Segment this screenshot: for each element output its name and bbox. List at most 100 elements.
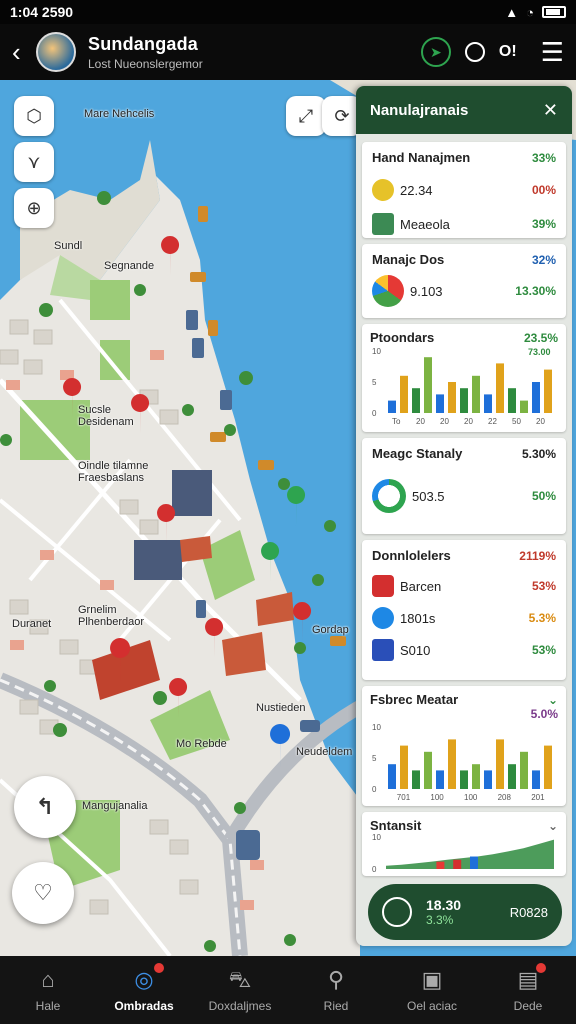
- layers-button[interactable]: ⬡: [14, 96, 54, 136]
- card-pct: 33%: [531, 150, 556, 165]
- map-label: Neudeldem: [296, 746, 353, 758]
- app-titles: Sundangada Lost Nueonslergemor: [88, 34, 421, 71]
- nav-item-ombradas[interactable]: ◎ Ombradas: [96, 963, 192, 1013]
- locate-icon: ⊕: [26, 197, 42, 218]
- nav-label: Hale: [35, 999, 61, 1013]
- y-tick-label: 5: [372, 378, 377, 387]
- card-sub-row: 5.0%: [370, 707, 558, 721]
- bar: [412, 770, 420, 789]
- toggle-button[interactable]: O!: [499, 43, 517, 61]
- card-donnlolelers[interactable]: Donnlolelers 2119% Barcen 53% 1801s 5.3%…: [362, 540, 566, 680]
- bottom-nav: ⌂ Hale ◎ Ombradas ⛍ Doxdaljmes ⚲ Ried ▣ …: [0, 956, 576, 1024]
- bar: [400, 745, 408, 789]
- panel-header: Nanulajranais ✕: [356, 86, 572, 134]
- card-manajc-dos[interactable]: Manajc Dos 32% 9.103 13.30%: [362, 244, 566, 318]
- map-label: Mo Rebde: [176, 738, 227, 750]
- x-tick-label: 100: [464, 793, 478, 801]
- chevron-down-icon[interactable]: ⌄: [548, 693, 558, 707]
- menu-icon[interactable]: ☰: [541, 37, 564, 68]
- map-label: Nustieden: [256, 702, 306, 714]
- home-icon: ⌂: [41, 967, 55, 992]
- item-label: Meaeola: [400, 216, 450, 232]
- card-header-row: Fsbrec Meatar ⌄: [370, 692, 558, 707]
- route-icon: ↰: [35, 794, 55, 819]
- app-title: Sundangada: [88, 33, 199, 54]
- card-meagc-stanaly[interactable]: Meagc Stanaly 5.30% 503.5 50%: [362, 438, 566, 534]
- y-tick-label: 10: [372, 833, 381, 842]
- item-label: 1801s: [400, 610, 436, 626]
- map-label: Mangujanalia: [82, 800, 148, 812]
- list-item: 1801s 5.3%: [372, 607, 556, 629]
- expand-button[interactable]: ⤢: [286, 96, 326, 136]
- chevron-down-icon[interactable]: ⌄: [548, 819, 558, 833]
- bar: [470, 856, 478, 869]
- filter-icon: ⋎: [27, 151, 41, 172]
- x-tick-label: 201: [531, 793, 545, 801]
- area-chart: 10 0: [372, 833, 554, 874]
- summary-code: R0828: [509, 904, 548, 920]
- app-subtitle: Lost Nueonslergemor: [88, 56, 203, 71]
- item-pct: 50%: [531, 489, 556, 503]
- summary-bar[interactable]: 18.30 3.3% R0828: [368, 884, 562, 940]
- filter-button[interactable]: ⋎: [14, 142, 54, 182]
- bar-chart-1: 1050To 20 20 20 22 50 2073.00: [372, 347, 552, 426]
- item-pct: 53%: [531, 579, 556, 593]
- x-tick-label: 100: [430, 793, 444, 801]
- list-item: 503.5 50%: [372, 479, 556, 513]
- list-item: 22.34 00%: [372, 179, 556, 201]
- compass-icon[interactable]: ➤: [420, 37, 451, 67]
- bar: [484, 394, 492, 413]
- map-label: Sundl: [54, 240, 83, 252]
- compass-icon: ◎: [134, 967, 154, 992]
- nav-item-dede[interactable]: ▤ Dede: [480, 963, 576, 1013]
- favorite-button[interactable]: ♡: [12, 862, 74, 924]
- item-pct: 39%: [531, 217, 556, 231]
- bar: [448, 739, 456, 789]
- bar: [424, 751, 432, 789]
- refresh-icon[interactable]: [382, 897, 412, 927]
- calendar-icon: ▣: [421, 967, 443, 992]
- card-header-row: Manajc Dos 32%: [372, 252, 556, 267]
- radio-icon[interactable]: [464, 42, 485, 62]
- card-sntansit[interactable]: Sntansit ⌄ 10 0: [362, 812, 566, 876]
- card-title: Fsbrec Meatar: [370, 692, 459, 707]
- card-ptoondars[interactable]: Ptoondars 23.5% 10 5 0 To 20 20 20 22 50 20 73.00: [362, 324, 566, 432]
- nav-item-ried[interactable]: ⚲ Ried: [288, 967, 384, 1013]
- card-header-row: Ptoondars 23.5%: [370, 330, 558, 345]
- route-button[interactable]: ↰: [14, 776, 76, 838]
- coins-icon: [372, 179, 394, 201]
- location-button[interactable]: ⊕: [14, 188, 54, 228]
- donut-icon: [372, 479, 406, 513]
- item-label: S010: [400, 642, 431, 658]
- x-tick-label: 208: [498, 793, 512, 801]
- card-pct: 23.5%: [523, 330, 558, 345]
- y-tick-label: 10: [372, 723, 381, 732]
- card-header-row: Hand Nanajmen 33%: [372, 150, 556, 165]
- item-label: Barcen: [400, 578, 442, 594]
- bar: [460, 388, 468, 413]
- item-pct: 13.30%: [515, 284, 556, 298]
- card-title: Donnlolelers: [372, 548, 451, 563]
- bar: [424, 357, 432, 413]
- back-icon[interactable]: ‹: [12, 37, 28, 68]
- pie-icon: [372, 275, 404, 307]
- card-fsbrec-meatar[interactable]: Fsbrec Meatar ⌄ 5.0% 10 5 0 701 100 100 208 201: [362, 686, 566, 806]
- nav-item-oel-aciac[interactable]: ▣ Oel aciac: [384, 967, 480, 1013]
- card-header-row: Meagc Stanaly 5.30%: [372, 446, 556, 461]
- notification-badge: [536, 963, 546, 973]
- card-hand-nanajmen[interactable]: Hand Nanajmen 33% 22.34 00% Meaeola 39%: [362, 142, 566, 238]
- item-value: 9.103: [410, 283, 443, 299]
- bar: [472, 375, 480, 413]
- status-bar: 1:04 2590 ▲ ◔: [0, 0, 576, 24]
- summary-value: 18.30: [426, 897, 462, 913]
- close-icon[interactable]: ✕: [543, 100, 558, 121]
- x-tick-label: To: [392, 417, 401, 425]
- summary-values: 18.30 3.3%: [426, 897, 461, 927]
- nav-item-doxdaljmes[interactable]: ⛍ Doxdaljmes: [192, 967, 288, 1013]
- nav-item-home[interactable]: ⌂ Hale: [0, 967, 96, 1013]
- avatar[interactable]: [36, 32, 76, 72]
- search-icon: ⚲: [327, 967, 345, 992]
- x-tick-label: 20: [464, 417, 473, 425]
- bar: [508, 388, 516, 413]
- map-label: Grnelim Plhenberdaor: [78, 604, 145, 628]
